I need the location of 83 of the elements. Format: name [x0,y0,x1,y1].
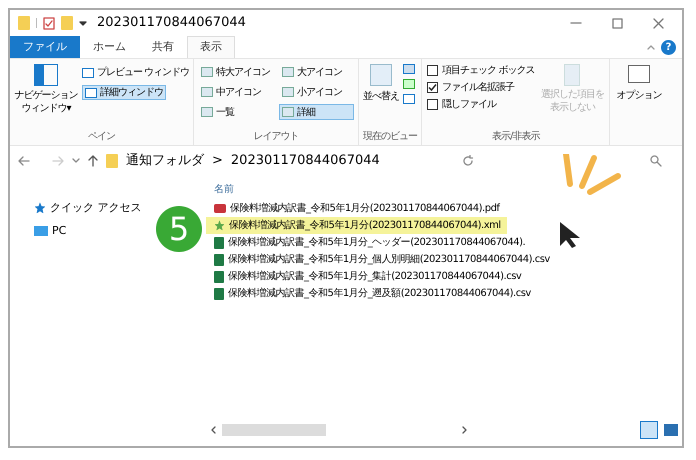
fit-columns-icon [403,94,416,104]
ribbon-tab[interactable]: ホーム [80,36,139,58]
sidebar-item[interactable]: PC [52,222,66,239]
layout-option[interactable]: 詳細 [279,104,354,120]
file-row[interactable]: 保険料増減内訳書_令和5年1月分(202301170844067044).pdf [206,200,506,217]
add-columns-icon [403,79,416,89]
file-name: 保険料増減内訳書_令和5年1月分_集計(202301170844067044).csv [228,270,522,284]
file-row[interactable]: 保険料増減内訳書_令和5年1月分_個人別明細(202301170844067044).csv [206,251,556,268]
refresh-icon[interactable] [462,155,474,167]
options-button[interactable]: オプション [616,89,662,102]
back-icon[interactable] [18,156,30,166]
file-name: 保険料増減内訳書_令和5年1月分(202301170844067044).pdf [230,202,500,216]
group-label: ペイン [87,130,116,143]
checkbox[interactable] [427,99,438,110]
monitor-icon [34,226,48,236]
breadcrumb[interactable]: 202301170844067044 [230,151,380,171]
file-row[interactable]: 保険料増減内訳書_令和5年1月分_遡及額(202301170844067044).csv [206,285,537,302]
preview-pane-button[interactable]: プレビュー ウィンドウ [97,66,190,79]
pdf-file-icon [214,204,226,213]
checkbox-label: 隠しファイル [442,98,496,111]
spreadsheet-file-icon [214,288,224,300]
layout-option[interactable]: 中アイコン [198,84,274,100]
spreadsheet-file-icon [214,270,224,282]
group-label: 表示/非表示 [491,130,541,143]
file-name: 保険料増減内訳書_令和5年1月分_個人別明細(202301170844067044).csv [228,252,550,267]
file-name: 保険料増減内訳書_令和5年1月分(202301170844067044).xml [229,218,501,233]
checkmark-page-icon[interactable] [43,16,55,30]
up-icon[interactable] [88,155,98,167]
ribbon-tab[interactable]: 共有 [139,36,187,58]
step-badge: 5 [156,206,202,252]
folder-icon [106,154,118,168]
spreadsheet-file-icon [214,236,224,248]
file-name: 保険料増減内訳書_令和5年1月分_遡及額(202301170844067044).csv [228,286,531,301]
breadcrumb[interactable]: 通知フォルダ [126,151,204,171]
folder-icon [61,16,73,30]
layout-option[interactable]: 一覧 [198,104,274,120]
layout-icon [282,67,294,77]
star-icon [34,202,46,214]
checkbox[interactable] [427,65,438,76]
maximize-icon[interactable] [612,18,623,28]
layout-icon [201,67,214,77]
spreadsheet-file-icon [214,254,224,266]
navigation-pane-icon[interactable] [34,64,58,86]
search-icon[interactable] [650,155,662,167]
scroll-right-icon[interactable] [462,426,468,434]
group-by-icon [403,64,416,74]
group-label: レイアウト [252,130,300,143]
layout-icon [201,107,214,117]
file-name: 保険料増減内訳書_令和5年1月分_ヘッダー(202301170844067044). [228,236,526,250]
scroll-left-icon[interactable] [210,426,216,434]
group-label: 現在のビュー [363,130,418,143]
layout-option[interactable]: 特大アイコン [198,64,274,80]
sort-button[interactable]: 並べ替え [363,90,400,103]
file-row[interactable]: 保険料増減内訳書_令和5年1月分(202301170844067044).xml [206,217,507,234]
caret-icon[interactable] [79,19,87,27]
ribbon-tab[interactable]: ファイル [10,36,80,58]
layout-icon [201,87,214,97]
file-row[interactable]: 保険料増減内訳書_令和5年1月分_ヘッダー(202301170844067044). [206,234,532,251]
layout-icon [282,107,294,117]
details-pane-button[interactable]: 詳細ウィンドウ [82,85,166,100]
help-icon[interactable]: ? [661,40,676,54]
scrollbar-thumb[interactable] [222,424,326,436]
details-pane-icon [85,88,97,98]
folder-icon [18,16,30,30]
preview-pane-icon [82,68,94,78]
collapse-icon[interactable] [647,44,655,50]
details-view-icon[interactable] [640,421,658,439]
layout-option[interactable]: 小アイコン [279,84,354,100]
options-icon[interactable] [628,65,650,83]
checkbox-label: 項目チェック ボックス [442,64,534,77]
ribbon-tab[interactable]: 表示 [187,36,235,58]
column-header[interactable]: 名前 [214,182,234,197]
sidebar-item[interactable]: クイック アクセス [50,200,142,216]
checkbox[interactable] [427,82,438,93]
close-icon[interactable] [653,18,664,28]
star-file-icon [214,220,225,231]
file-row[interactable]: 保険料増減内訳書_令和5年1月分_集計(202301170844067044).csv [206,268,528,285]
window-title: 202301170844067044 [97,14,246,32]
layout-icon [282,87,294,97]
navigation-pane-button[interactable]: ナビゲーションウィンドウ▾ [14,89,78,115]
checkbox-label: ファイル名拡張子 [442,81,514,94]
breadcrumb-separator: > [212,152,223,170]
layout-option[interactable]: 大アイコン [279,64,354,80]
